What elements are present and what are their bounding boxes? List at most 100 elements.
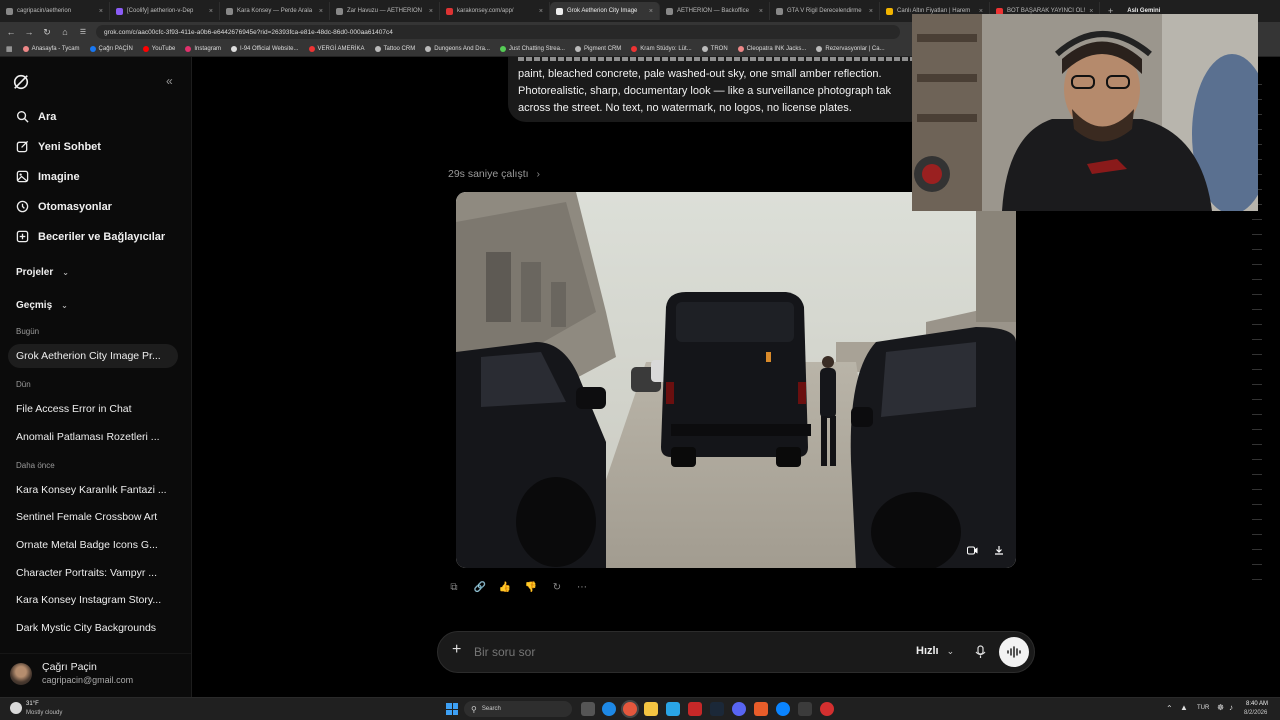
tab-favicon-icon [886,7,893,15]
close-tab-icon[interactable]: × [869,8,873,15]
user-avatar[interactable] [10,663,32,685]
bookmark-item[interactable]: I-94 Official Website... [231,46,299,52]
file-explorer-icon[interactable] [644,702,658,716]
thumbs-up-icon[interactable]: 👍 [498,580,512,594]
forward-icon[interactable]: → [24,27,34,37]
weather-icon[interactable] [10,702,22,714]
app-icon[interactable] [754,702,768,716]
history-item[interactable]: File Access Error in Chat [16,403,132,415]
terminal-icon[interactable] [798,702,812,716]
browser-tab[interactable]: GTA V Rigil Derecelendirme × [770,2,880,20]
system-tray-chevron-icon[interactable]: ⌃ [1166,704,1173,713]
history-item[interactable]: Dark Mystic City Backgrounds [16,622,156,634]
bookmark-item[interactable]: Kram Stüdyo: Lüt... [631,46,692,52]
bookmark-item[interactable]: Tattoo CRM [374,46,416,52]
bookmark-item[interactable]: TRON [701,46,728,52]
bookmark-item[interactable]: Anasayfa - Tycam [22,46,80,52]
browser-tab[interactable]: AETHERION — Backoffice × [660,2,770,20]
browser-tab[interactable]: [Coolify] aetherion-v-Dep × [110,2,220,20]
wifi-icon[interactable]: ☸ [1217,703,1224,712]
history-item[interactable]: Kara Konsey Instagram Story... [16,594,161,606]
history-item[interactable]: Grok Aetherion City Image Pr... [16,350,161,362]
browser-tab[interactable]: Kara Konsey — Perde Arala × [220,2,330,20]
clock-date[interactable]: 8/2/2026 [1244,710,1267,716]
browser-tab[interactable]: karakonsey.com/app/ × [440,2,550,20]
nav-imagine[interactable]: Imagine [16,170,80,183]
history-item[interactable]: Kara Konsey Karanlık Fantazi ... [16,484,167,496]
thought-duration-toggle[interactable]: 29s saniye çalıştı › [448,168,540,180]
volume-icon[interactable]: ♪ [1229,703,1233,712]
close-tab-icon[interactable]: × [319,8,323,15]
app-icon[interactable] [776,702,790,716]
grok-logo-icon[interactable] [12,73,30,91]
site-info-icon[interactable]: ☰ [78,28,88,36]
taskbar-search[interactable]: ⚲ Search [464,701,572,717]
skype-icon[interactable] [666,702,680,716]
bookmark-item[interactable]: Rezervasyonlar | Ca... [816,46,885,52]
close-tab-icon[interactable]: × [759,8,763,15]
microphone-icon[interactable] [975,645,986,659]
history-toggle[interactable]: Geçmiş ⌄ [16,300,68,311]
language-indicator[interactable]: TUR [1197,705,1209,711]
discord-icon[interactable] [732,702,746,716]
regenerate-icon[interactable]: ↻ [550,580,564,594]
url-field[interactable]: grok.com/c/aac00cfc-3f93-411e-a0b6-e6442… [96,25,900,39]
close-tab-icon[interactable]: × [429,8,433,15]
network-icon[interactable]: ▲ [1180,703,1188,712]
bookmark-favicon-icon [737,46,744,52]
thumbs-down-icon[interactable]: 👎 [524,580,538,594]
home-icon[interactable]: ⌂ [60,27,70,37]
history-item[interactable]: Anomali Patlaması Rozetleri ... [16,431,160,443]
bookmark-item[interactable]: VERGİ AMERİKA [308,46,365,52]
task-view-icon[interactable] [581,702,595,716]
link-icon[interactable]: 🔗 [473,580,487,594]
bookmark-item[interactable]: Pigment CRM [574,46,621,52]
download-icon[interactable] [991,542,1007,558]
close-tab-icon[interactable]: × [539,8,543,15]
close-tab-icon[interactable]: × [209,8,213,15]
bookmark-label: Tattoo CRM [383,46,416,52]
nav-new-chat[interactable]: Yeni Sohbet [16,140,101,153]
voice-mode-button[interactable] [999,637,1029,667]
steam-icon[interactable] [710,702,724,716]
clock-time[interactable]: 8:40 AM [1246,701,1268,707]
weather-desc: Mostly cloudy [26,710,63,716]
attach-plus-icon[interactable]: + [452,641,461,659]
close-tab-icon[interactable]: × [99,8,103,15]
nav-search[interactable]: Ara [16,110,56,123]
bookmark-item[interactable]: Dungeons And Dra... [425,46,490,52]
bookmark-item[interactable]: Instagram [185,46,221,52]
collapse-sidebar-icon[interactable]: « [166,74,173,88]
projects-toggle[interactable]: Projeler ⌄ [16,267,69,278]
apps-grid-icon[interactable]: ▦ [6,45,13,53]
history-item[interactable]: Sentinel Female Crossbow Art [16,511,157,523]
bookmark-favicon-icon [185,46,192,52]
video-icon[interactable] [964,542,980,558]
user-name[interactable]: Çağrı Paçin [42,661,97,673]
chrome-browser-icon[interactable] [623,702,637,716]
windows-start-icon[interactable] [446,703,458,715]
weather-temp: 31°F [26,701,39,707]
browser-tab[interactable]: Grok Aetherion City Image × [550,2,660,20]
more-options-icon[interactable]: ⋯ [575,580,589,594]
history-item[interactable]: Ornate Metal Badge Icons G... [16,539,158,551]
back-icon[interactable]: ← [6,27,16,37]
bookmark-item[interactable]: Cleopatra INK Jacks... [737,46,806,52]
browser-tab[interactable]: cagripacin/aetherion × [0,2,110,20]
close-tab-icon[interactable]: × [649,8,653,15]
copy-icon[interactable]: ⧉ [447,580,461,594]
bookmark-item[interactable]: Just Chatting Strea... [499,46,565,52]
bookmark-item[interactable]: Çağrı PAÇİN [89,46,133,52]
nav-skills-connectors[interactable]: Beceriler ve Bağlayıcılar [16,230,165,243]
message-input[interactable] [474,642,854,662]
edge-browser-icon[interactable] [602,702,616,716]
mode-selector[interactable]: Hızlı ⌄ [916,645,954,657]
bookmark-item[interactable]: YouTube [142,46,175,52]
nav-automations[interactable]: Otomasyonlar [16,200,112,213]
app-icon[interactable] [820,702,834,716]
reload-icon[interactable]: ↻ [42,27,52,38]
app-icon[interactable] [688,702,702,716]
browser-tab[interactable]: Zar Havuzu — AETHERION × [330,2,440,20]
generated-image[interactable] [456,192,1016,568]
history-item[interactable]: Character Portraits: Vampyr ... [16,567,157,579]
